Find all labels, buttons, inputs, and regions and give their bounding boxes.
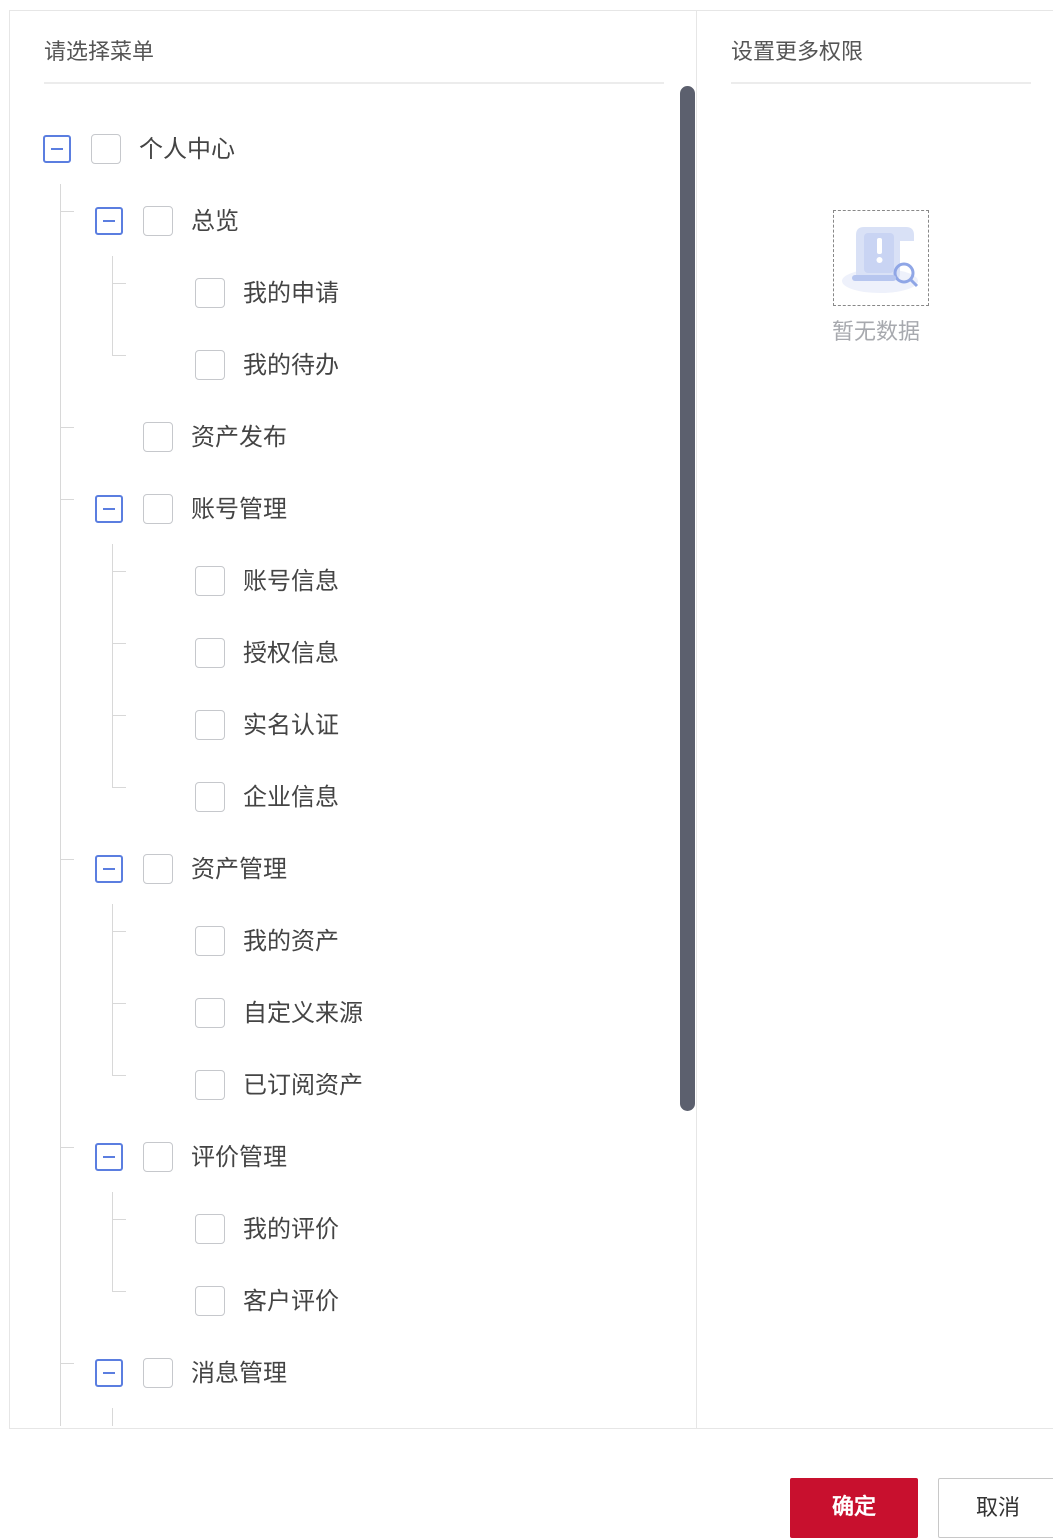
left-panel-title: 请选择菜单 <box>44 40 155 65</box>
node-checkbox[interactable] <box>195 1214 225 1244</box>
node-checkbox[interactable] <box>195 1286 225 1316</box>
tree-node[interactable]: 我的待办 <box>0 346 680 386</box>
tree-scrollbar[interactable] <box>680 86 695 1111</box>
tree-node[interactable]: 账号信息 <box>0 562 680 602</box>
panel-divider <box>696 10 697 1429</box>
node-checkbox[interactable] <box>143 494 173 524</box>
tree-node[interactable]: 总览 <box>0 202 680 242</box>
empty-state-text: 暂无数据 <box>832 320 921 345</box>
node-label: 已订阅资产 <box>243 1071 363 1099</box>
tree-node[interactable]: 企业信息 <box>0 778 680 818</box>
node-label: 总览 <box>191 207 239 235</box>
node-label: 资产管理 <box>191 855 287 883</box>
collapse-icon[interactable] <box>95 207 123 235</box>
tree-node[interactable]: 资产发布 <box>0 418 680 458</box>
empty-state-box <box>833 210 929 306</box>
node-checkbox[interactable] <box>195 566 225 596</box>
tree-node[interactable]: 客户评价 <box>0 1282 680 1322</box>
confirm-button[interactable]: 确定 <box>790 1478 918 1538</box>
menu-tree: 个人中心 总览 我的申请 我的待办 资产发布 账号管理 账号信息 授权信息 实名… <box>0 100 680 1426</box>
node-label: 评价管理 <box>191 1143 287 1171</box>
node-checkbox[interactable] <box>91 134 121 164</box>
node-label: 实名认证 <box>243 711 339 739</box>
node-checkbox[interactable] <box>195 782 225 812</box>
node-checkbox[interactable] <box>143 422 173 452</box>
right-title-divider <box>731 82 1031 84</box>
node-label: 账号信息 <box>243 567 339 595</box>
node-label: 我的待办 <box>243 351 339 379</box>
tree-node[interactable]: 自定义来源 <box>0 994 680 1034</box>
tree-node[interactable]: 我的资产 <box>0 922 680 962</box>
node-label: 客户评价 <box>243 1287 339 1315</box>
tree-node[interactable]: 实名认证 <box>0 706 680 746</box>
empty-data-icon <box>842 227 919 293</box>
node-label: 自定义来源 <box>243 999 363 1027</box>
collapse-icon[interactable] <box>95 1143 123 1171</box>
tree-node-root[interactable]: 个人中心 <box>0 130 680 170</box>
node-label: 我的评价 <box>243 1215 339 1243</box>
node-checkbox[interactable] <box>195 638 225 668</box>
node-label: 资产发布 <box>191 423 287 451</box>
node-label: 企业信息 <box>243 783 339 811</box>
collapse-icon[interactable] <box>43 135 71 163</box>
tree-node[interactable]: 授权信息 <box>0 634 680 674</box>
tree-node[interactable]: 我的申请 <box>0 274 680 314</box>
node-checkbox[interactable] <box>195 278 225 308</box>
node-label: 个人中心 <box>139 135 235 163</box>
left-title-divider <box>44 82 664 84</box>
node-label: 授权信息 <box>243 639 339 667</box>
tree-node[interactable]: 消息管理 <box>0 1354 680 1394</box>
node-label: 消息管理 <box>191 1359 287 1387</box>
tree-node[interactable]: 我的评价 <box>0 1210 680 1250</box>
collapse-icon[interactable] <box>95 1359 123 1387</box>
tree-node[interactable]: 资产管理 <box>0 850 680 890</box>
node-checkbox[interactable] <box>195 998 225 1028</box>
node-checkbox[interactable] <box>195 926 225 956</box>
tree-node[interactable]: 账号管理 <box>0 490 680 530</box>
node-checkbox[interactable] <box>143 1358 173 1388</box>
node-label: 我的资产 <box>243 927 339 955</box>
node-checkbox[interactable] <box>195 350 225 380</box>
right-panel-title: 设置更多权限 <box>731 40 864 65</box>
node-checkbox[interactable] <box>143 854 173 884</box>
tree-guide-sub <box>112 1408 113 1426</box>
node-label: 我的申请 <box>243 279 339 307</box>
node-checkbox[interactable] <box>195 1070 225 1100</box>
tree-node[interactable]: 已订阅资产 <box>0 1066 680 1106</box>
node-checkbox[interactable] <box>195 710 225 740</box>
node-label: 账号管理 <box>191 495 287 523</box>
node-checkbox[interactable] <box>143 206 173 236</box>
collapse-icon[interactable] <box>95 495 123 523</box>
tree-node[interactable]: 评价管理 <box>0 1138 680 1178</box>
cancel-button[interactable]: 取消 <box>938 1478 1053 1538</box>
node-checkbox[interactable] <box>143 1142 173 1172</box>
collapse-icon[interactable] <box>95 855 123 883</box>
